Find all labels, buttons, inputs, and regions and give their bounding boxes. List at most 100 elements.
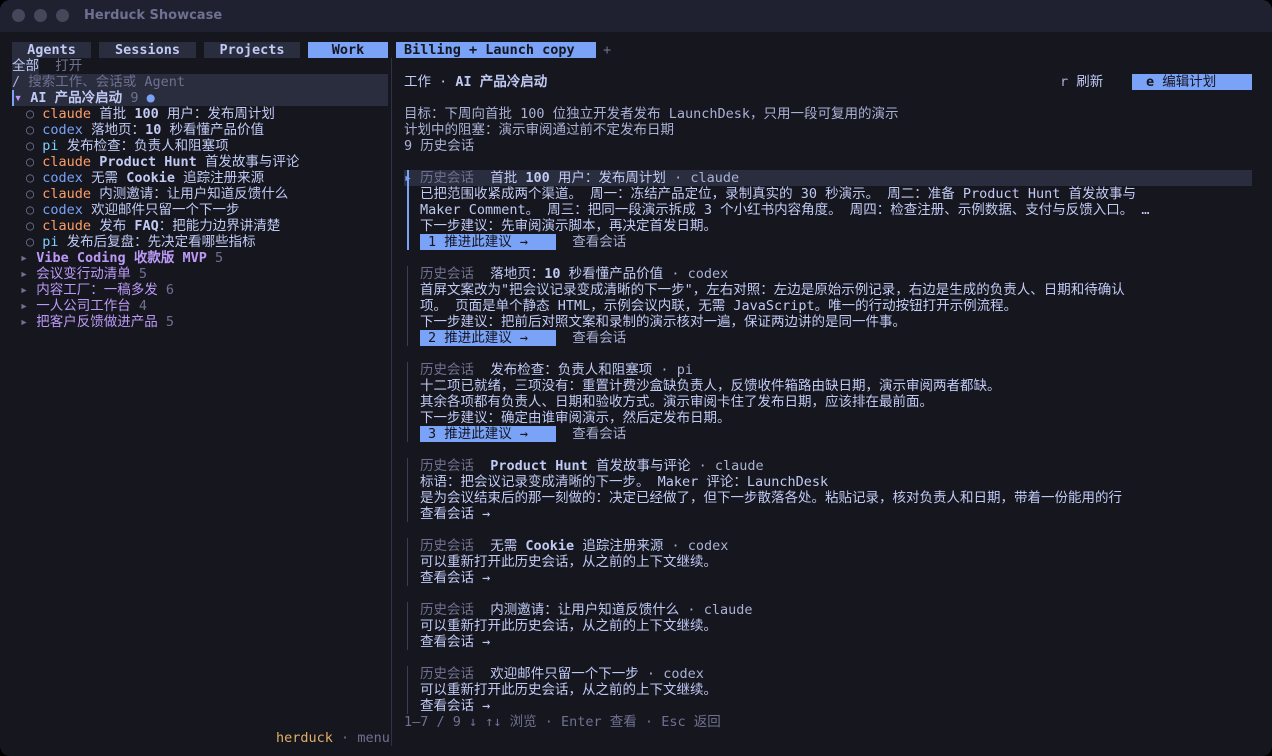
menu-button[interactable]: menu xyxy=(357,730,390,746)
card-title-row[interactable]: 历史会话 内测邀请：让用户知道反馈什么 · claude xyxy=(404,602,752,618)
chevron-right-icon: ▸ xyxy=(20,250,29,266)
card-agent: codex xyxy=(663,666,704,682)
project-count: 4 xyxy=(138,298,148,314)
agent-sep: · xyxy=(646,666,656,682)
card-text-line: 下一步建议：确定由谁审阅演示，然后定发布日期。 xyxy=(420,410,731,426)
pane-divider[interactable] xyxy=(391,58,392,746)
add-tab-button[interactable]: + xyxy=(603,42,611,58)
search-input[interactable]: / 搜索工作、会话或 Agent xyxy=(12,74,388,90)
view-session-link[interactable]: 查看会话 → xyxy=(420,506,490,522)
header-prefix: 工作 · xyxy=(404,74,456,90)
minimize-window-icon[interactable] xyxy=(34,9,47,22)
session-title-bold: Cookie xyxy=(126,170,175,186)
maximize-window-icon[interactable] xyxy=(56,9,69,22)
circle-icon: ○ xyxy=(26,218,35,234)
blocker-text: 计划中的阻塞：演示审阅通过前不定发布日期 xyxy=(404,122,674,138)
project-item[interactable]: ▸ 一人公司工作台 4 xyxy=(20,298,147,314)
session-title-post: 追踪注册来源 xyxy=(174,170,265,186)
card-actions: 2 推进此建议 → 查看会话 xyxy=(420,330,626,346)
card-title-row[interactable]: 历史会话 无需 Cookie 追踪注册来源 · codex xyxy=(404,538,728,554)
card-title-row[interactable]: ▸历史会话 首批 100 用户：发布周计划 · claude xyxy=(404,170,1252,186)
card-actions: 1 推进此建议 → 查看会话 xyxy=(420,234,626,250)
agent-sep: · xyxy=(674,170,683,186)
filter-open[interactable]: 打开 xyxy=(55,58,82,74)
refresh-button[interactable]: r 刷新 xyxy=(1060,74,1103,90)
session-title-pre: 落地页： xyxy=(91,122,146,138)
tab-work[interactable]: Work xyxy=(308,42,388,58)
session-item[interactable]: ○ codex 欢迎邮件只留一个下一步 xyxy=(26,202,240,218)
card-text-line: 可以重新打开此历史会话，从之前的上下文继续。 xyxy=(420,682,717,698)
tab-sessions[interactable]: Sessions xyxy=(99,42,196,58)
sidebar-footer: herduck · menu xyxy=(276,730,390,746)
card-text-line: 可以重新打开此历史会话，从之前的上下文继续。 xyxy=(420,554,717,570)
project-count: 5 xyxy=(138,266,148,282)
session-item[interactable]: ○ codex 无需 Cookie 追踪注册来源 xyxy=(26,170,264,186)
session-item[interactable]: ○ pi 发布后复盘：先决定看哪些指标 xyxy=(26,234,256,250)
card-border xyxy=(407,266,408,346)
card-title-bold: Cookie xyxy=(525,538,575,554)
tab-projects[interactable]: Projects xyxy=(204,42,300,58)
project-item[interactable]: ▸ 内容工厂：一稿多发 6 xyxy=(20,282,174,298)
edit-plan-button[interactable]: e 编辑计划 xyxy=(1132,74,1252,90)
card-title-bold: 100 xyxy=(525,170,550,186)
card-title-row[interactable]: 历史会话 Product Hunt 首发故事与评论 · claude xyxy=(404,458,764,474)
title-bar: Herduck Showcase xyxy=(0,0,1272,32)
session-item[interactable]: ○ claude 内测邀请：让用户知道反馈什么 xyxy=(26,186,288,202)
card-border xyxy=(407,538,408,586)
view-session-link[interactable]: 查看会话 → xyxy=(420,698,490,714)
advance-suggestion-button[interactable]: 3 推进此建议 → xyxy=(420,426,556,442)
view-session-link[interactable]: 查看会话 xyxy=(572,426,626,442)
project-name-pre: 内容工厂：一稿多发 xyxy=(36,282,158,298)
circle-icon: ○ xyxy=(26,122,35,138)
card-agent: codex xyxy=(687,266,729,282)
project-item-active[interactable]: ▾ AI 产品冷启动 9 ● xyxy=(12,90,388,106)
agent-sep: · xyxy=(671,266,680,282)
card-border xyxy=(407,602,408,650)
view-session-link[interactable]: 查看会话 xyxy=(572,330,626,346)
card-text-line: 是为会议结束后的那一刻做的：决定已经做了，但下一步散落各处。粘贴记录，核对负责人… xyxy=(420,490,1122,506)
project-name-pre: Vibe Coding 收款版 xyxy=(36,250,183,266)
session-title-post: 首发故事与评论 xyxy=(196,154,300,170)
view-session-link[interactable]: 查看会话 → xyxy=(420,634,490,650)
view-session-link[interactable]: 查看会话 → xyxy=(420,570,490,586)
filter-all[interactable]: 全部 xyxy=(12,58,39,74)
card-title-row[interactable]: 历史会话 欢迎邮件只留一个下一步 · codex xyxy=(404,666,704,682)
chevron-right-icon: ▸ xyxy=(20,266,29,282)
chevron-down-icon: ▾ xyxy=(14,90,23,106)
refresh-key: r xyxy=(1060,74,1069,90)
card-agent: codex xyxy=(687,538,729,554)
session-title-pre: 内测邀请：让用户知道反馈什么 xyxy=(99,186,289,202)
project-item[interactable]: ▸ 会议变行动清单 5 xyxy=(20,266,147,282)
tab-billing-launch-copy[interactable]: Billing + Launch copy xyxy=(396,42,596,58)
agent-name: codex xyxy=(42,202,83,218)
card-title-post: 首发故事与评论 xyxy=(587,458,691,474)
goal-text: 目标：下周向首批 100 位独立开发者发布 LaunchDesk，只用一段可复用… xyxy=(404,106,899,122)
project-item[interactable]: ▸ Vibe Coding 收款版 MVP 5 xyxy=(20,250,223,266)
session-item[interactable]: ○ claude Product Hunt 首发故事与评论 xyxy=(26,154,299,170)
close-window-icon[interactable] xyxy=(12,9,25,22)
card-title-bold: Product Hunt xyxy=(490,458,588,474)
advance-suggestion-button[interactable]: 2 推进此建议 → xyxy=(420,330,556,346)
view-session-link[interactable]: 查看会话 xyxy=(572,234,626,250)
brand-label: herduck xyxy=(276,730,333,746)
project-name-pre: 把客户反馈做进产品 xyxy=(36,314,158,330)
agent-name: codex xyxy=(42,122,83,138)
card-title-row[interactable]: 历史会话 落地页：10 秒看懂产品价值 · codex xyxy=(404,266,728,282)
card-agent: claude xyxy=(714,458,764,474)
session-item[interactable]: ○ claude 首批 100 用户：发布周计划 xyxy=(26,106,275,122)
card-title-post: 秒看懂产品价值 xyxy=(560,266,664,282)
project-name: AI 产品冷启动 xyxy=(30,90,123,106)
project-item[interactable]: ▸ 把客户反馈做进产品 5 xyxy=(20,314,174,330)
card-title-row[interactable]: 历史会话 发布检查：负责人和阻塞项 · pi xyxy=(404,362,693,378)
project-name-bold: MVP xyxy=(182,250,207,266)
advance-suggestion-button[interactable]: 1 推进此建议 → xyxy=(420,234,556,250)
card-title-pre: 欢迎邮件只留一个下一步 xyxy=(490,666,639,682)
agent-name: claude xyxy=(42,186,92,202)
session-item[interactable]: ○ pi 发布检查：负责人和阻塞项 xyxy=(26,138,229,154)
circle-icon: ○ xyxy=(26,154,35,170)
card-tag: 历史会话 xyxy=(420,362,474,378)
session-item[interactable]: ○ codex 落地页：10 秒看懂产品价值 xyxy=(26,122,264,138)
tab-agents[interactable]: Agents xyxy=(12,42,91,58)
session-title-bold: FAQ xyxy=(134,218,159,234)
session-item[interactable]: ○ claude 发布 FAQ：把能力边界讲清楚 xyxy=(26,218,280,234)
